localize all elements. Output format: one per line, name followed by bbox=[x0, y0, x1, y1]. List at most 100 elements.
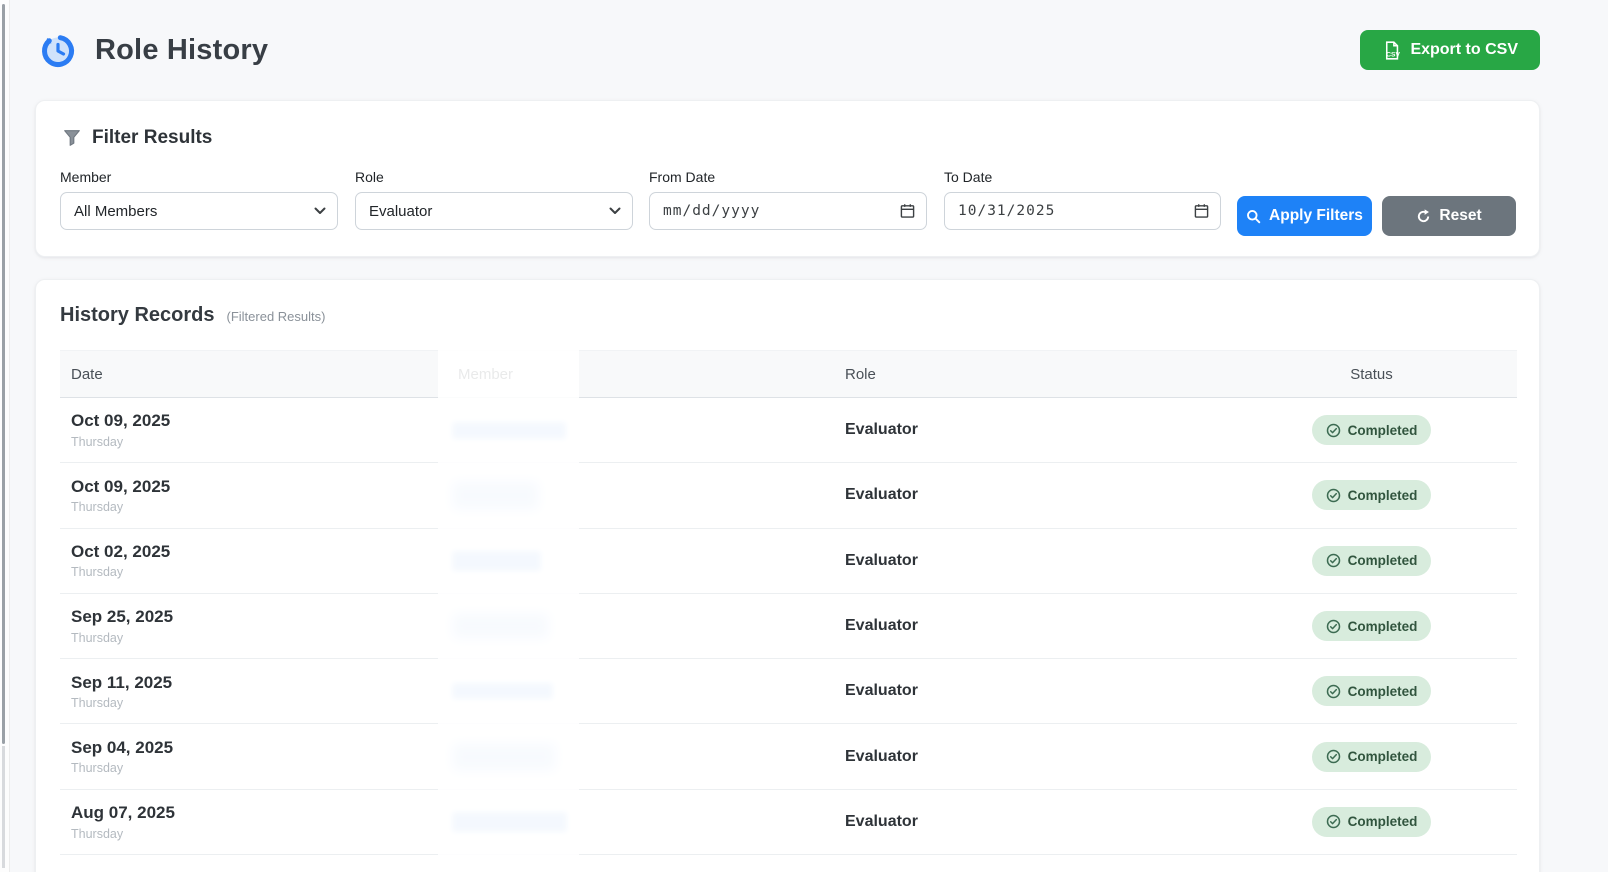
check-circle-icon bbox=[1326, 488, 1341, 503]
history-table: Date Member Role Status Oct 09, 2025Thur… bbox=[60, 350, 1517, 855]
status-badge: Completed bbox=[1312, 415, 1432, 445]
status-label: Completed bbox=[1348, 814, 1418, 829]
redacted-member-name bbox=[452, 812, 567, 832]
row-member-redacted bbox=[447, 398, 834, 462]
row-member-redacted bbox=[447, 724, 834, 788]
member-filter-value: All Members bbox=[74, 203, 157, 220]
scrollbar-track bbox=[2, 746, 5, 868]
to-date-label: To Date bbox=[944, 169, 1221, 185]
table-row: Sep 04, 2025 Thursday Evaluator Completed bbox=[60, 724, 1517, 789]
to-date-field: To Date 10/31/2025 bbox=[944, 169, 1221, 230]
from-date-label: From Date bbox=[649, 169, 927, 185]
page-title: Role History bbox=[95, 34, 268, 67]
reset-label: Reset bbox=[1439, 207, 1481, 225]
row-member-redacted bbox=[447, 790, 834, 854]
svg-text:CSV: CSV bbox=[1387, 51, 1401, 58]
status-badge: Completed bbox=[1312, 742, 1432, 772]
export-csv-button[interactable]: CSV Export to CSV bbox=[1360, 30, 1540, 70]
row-day: Thursday bbox=[71, 696, 436, 710]
row-day: Thursday bbox=[71, 500, 436, 514]
row-day: Thursday bbox=[71, 565, 436, 579]
row-role: Evaluator bbox=[845, 682, 918, 699]
check-circle-icon bbox=[1326, 619, 1341, 634]
row-member-redacted bbox=[447, 659, 834, 723]
role-filter-select[interactable]: Evaluator bbox=[355, 192, 633, 230]
row-role: Evaluator bbox=[845, 813, 918, 830]
status-badge: Completed bbox=[1312, 676, 1432, 706]
filter-heading: Filter Results bbox=[63, 127, 212, 149]
to-date-input[interactable]: 10/31/2025 bbox=[944, 192, 1221, 230]
check-circle-icon bbox=[1326, 423, 1341, 438]
table-header-row: Date Member Role Status bbox=[60, 350, 1517, 398]
export-csv-label: Export to CSV bbox=[1410, 41, 1518, 59]
role-filter-value: Evaluator bbox=[369, 203, 432, 220]
from-date-input[interactable]: mm/dd/yyyy bbox=[649, 192, 927, 230]
records-heading: History Records (Filtered Results) bbox=[60, 304, 325, 327]
row-role: Evaluator bbox=[845, 552, 918, 569]
table-row: Oct 09, 2025Thursday Evaluator Completed bbox=[60, 463, 1517, 528]
row-date: Aug 07, 2025 bbox=[71, 803, 436, 823]
scrollbar-thumb[interactable] bbox=[2, 4, 5, 744]
row-role: Evaluator bbox=[845, 421, 918, 438]
status-badge: Completed bbox=[1312, 807, 1432, 837]
apply-filters-label: Apply Filters bbox=[1269, 207, 1363, 225]
status-badge: Completed bbox=[1312, 480, 1432, 510]
role-filter-field: Role Evaluator bbox=[355, 169, 633, 230]
column-header-date: Date bbox=[60, 366, 447, 383]
window-scrollbar[interactable] bbox=[0, 0, 10, 872]
member-filter-select[interactable]: All Members bbox=[60, 192, 338, 230]
row-day: Thursday bbox=[71, 827, 436, 841]
funnel-icon bbox=[63, 129, 81, 147]
status-label: Completed bbox=[1348, 749, 1418, 764]
row-member-redacted bbox=[447, 463, 834, 527]
status-label: Completed bbox=[1348, 553, 1418, 568]
column-header-role: Role bbox=[834, 366, 1226, 383]
row-date: Oct 09, 2025 bbox=[71, 411, 436, 431]
row-role: Evaluator bbox=[845, 748, 918, 765]
redacted-member-name bbox=[452, 743, 556, 771]
filter-heading-label: Filter Results bbox=[92, 127, 212, 149]
redacted-member-name bbox=[452, 422, 566, 439]
apply-filters-button[interactable]: Apply Filters bbox=[1237, 196, 1372, 236]
reset-button[interactable]: Reset bbox=[1382, 196, 1516, 236]
page-header: Role History CSV Export to CSV bbox=[36, 27, 1540, 73]
status-label: Completed bbox=[1348, 423, 1418, 438]
status-badge: Completed bbox=[1312, 546, 1432, 576]
status-label: Completed bbox=[1348, 619, 1418, 634]
row-day: Thursday bbox=[71, 435, 436, 449]
row-day: Thursday bbox=[71, 631, 436, 645]
check-circle-icon bbox=[1326, 814, 1341, 829]
column-header-status: Status bbox=[1226, 366, 1517, 383]
row-role: Evaluator bbox=[845, 486, 918, 503]
row-date: Sep 25, 2025 bbox=[71, 607, 436, 627]
role-filter-label: Role bbox=[355, 169, 633, 185]
row-date: Sep 04, 2025 bbox=[71, 738, 436, 758]
from-date-field: From Date mm/dd/yyyy bbox=[649, 169, 927, 230]
row-role: Evaluator bbox=[845, 617, 918, 634]
chevron-down-icon bbox=[314, 207, 326, 215]
check-circle-icon bbox=[1326, 749, 1341, 764]
table-row: Sep 25, 2025 Thursday Evaluator Completed bbox=[60, 594, 1517, 659]
status-label: Completed bbox=[1348, 488, 1418, 503]
member-filter-label: Member bbox=[60, 169, 338, 185]
clock-history-icon bbox=[36, 29, 78, 71]
row-date: Sep 11, 2025 bbox=[71, 673, 436, 693]
from-date-value: mm/dd/yyyy bbox=[663, 203, 760, 219]
filetype-csv-icon: CSV bbox=[1382, 41, 1401, 60]
records-subheading: (Filtered Results) bbox=[227, 309, 326, 324]
row-date: Oct 02, 2025 bbox=[71, 542, 436, 562]
member-filter-field: Member All Members bbox=[60, 169, 338, 230]
redacted-member-name bbox=[452, 683, 553, 699]
calendar-icon[interactable] bbox=[900, 204, 915, 219]
row-member-redacted bbox=[447, 529, 834, 593]
row-day: Thursday bbox=[71, 761, 436, 775]
table-row: Sep 11, 2025 Thursday Evaluator Completed bbox=[60, 659, 1517, 724]
status-badge: Completed bbox=[1312, 611, 1432, 641]
row-member-redacted bbox=[447, 594, 834, 658]
table-row: Oct 02, 2025 Thursday Evaluator Completed bbox=[60, 529, 1517, 594]
search-icon bbox=[1246, 209, 1261, 224]
column-header-member: Member bbox=[447, 366, 834, 383]
redacted-member-name bbox=[452, 551, 541, 571]
calendar-icon[interactable] bbox=[1194, 204, 1209, 219]
redacted-member-name bbox=[452, 481, 539, 510]
